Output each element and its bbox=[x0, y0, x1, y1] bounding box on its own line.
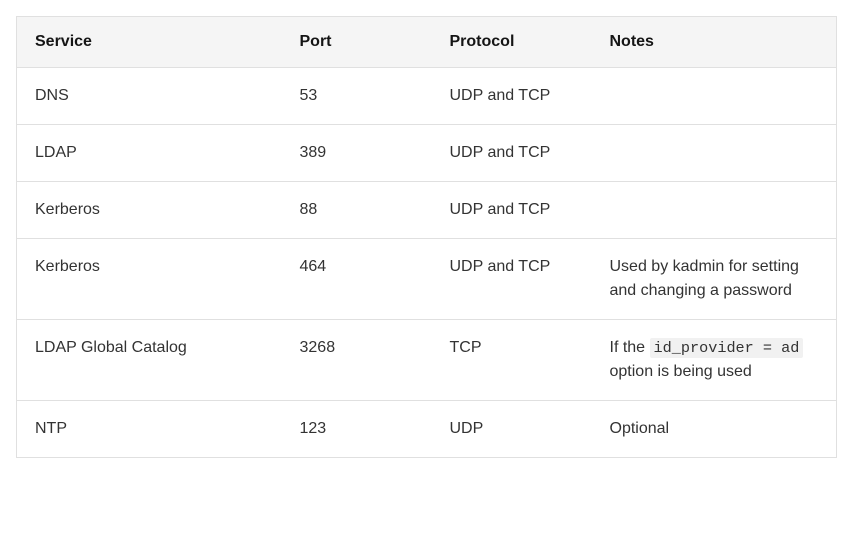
cell-port: 53 bbox=[282, 68, 432, 125]
table-row: DNS 53 UDP and TCP bbox=[17, 68, 837, 125]
col-header-protocol: Protocol bbox=[432, 17, 592, 68]
table-header-row: Service Port Protocol Notes bbox=[17, 17, 837, 68]
table-row: Kerberos 88 UDP and TCP bbox=[17, 182, 837, 239]
cell-service: DNS bbox=[17, 68, 282, 125]
notes-text-suffix: option is being used bbox=[610, 363, 752, 380]
cell-notes bbox=[592, 125, 837, 182]
table-row: LDAP Global Catalog 3268 TCP If the id_p… bbox=[17, 320, 837, 401]
cell-protocol: UDP and TCP bbox=[432, 125, 592, 182]
cell-service: Kerberos bbox=[17, 182, 282, 239]
cell-service: NTP bbox=[17, 401, 282, 458]
cell-notes bbox=[592, 182, 837, 239]
cell-protocol: UDP and TCP bbox=[432, 239, 592, 320]
cell-service: Kerberos bbox=[17, 239, 282, 320]
cell-service: LDAP bbox=[17, 125, 282, 182]
cell-port: 389 bbox=[282, 125, 432, 182]
cell-service: LDAP Global Catalog bbox=[17, 320, 282, 401]
table-row: LDAP 389 UDP and TCP bbox=[17, 125, 837, 182]
col-header-notes: Notes bbox=[592, 17, 837, 68]
table-row: NTP 123 UDP Optional bbox=[17, 401, 837, 458]
cell-port: 3268 bbox=[282, 320, 432, 401]
col-header-service: Service bbox=[17, 17, 282, 68]
cell-port: 88 bbox=[282, 182, 432, 239]
cell-notes: Used by kadmin for setting and changing … bbox=[592, 239, 837, 320]
cell-protocol: UDP and TCP bbox=[432, 68, 592, 125]
cell-notes: Optional bbox=[592, 401, 837, 458]
table-row: Kerberos 464 UDP and TCP Used by kadmin … bbox=[17, 239, 837, 320]
notes-text-prefix: If the bbox=[610, 339, 650, 356]
cell-port: 123 bbox=[282, 401, 432, 458]
ports-table: Service Port Protocol Notes DNS 53 UDP a… bbox=[16, 16, 837, 458]
cell-port: 464 bbox=[282, 239, 432, 320]
notes-code: id_provider = ad bbox=[650, 338, 804, 358]
cell-notes: If the id_provider = ad option is being … bbox=[592, 320, 837, 401]
col-header-port: Port bbox=[282, 17, 432, 68]
cell-protocol: TCP bbox=[432, 320, 592, 401]
cell-protocol: UDP bbox=[432, 401, 592, 458]
cell-notes bbox=[592, 68, 837, 125]
cell-protocol: UDP and TCP bbox=[432, 182, 592, 239]
